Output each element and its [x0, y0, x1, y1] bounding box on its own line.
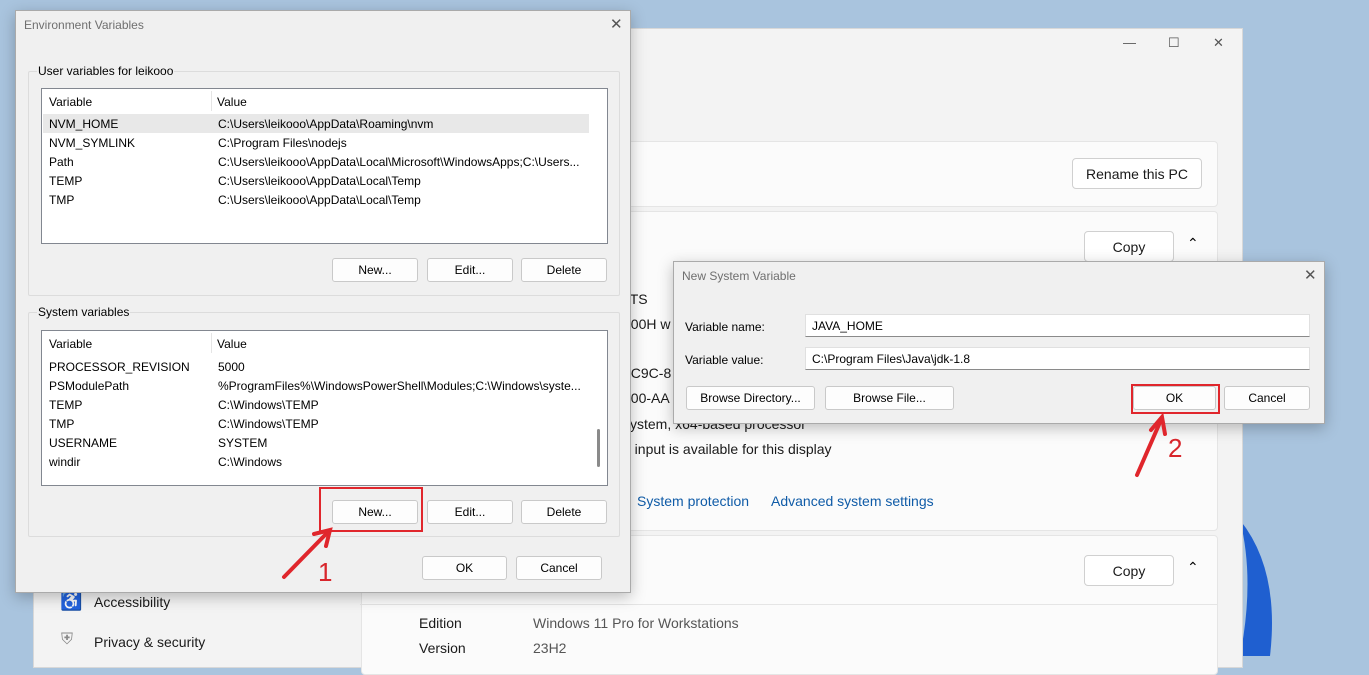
shield-icon: ⛨ — [61, 631, 74, 648]
copy-button[interactable]: Copy — [1084, 231, 1174, 262]
list-header: Variable Value — [42, 331, 607, 355]
variable-name: NVM_HOME — [49, 117, 119, 131]
version-label: Version — [419, 640, 466, 656]
browse-file-button[interactable]: Browse File... — [825, 386, 954, 410]
table-row[interactable]: TMP C:\Users\leikooo\AppData\Local\Temp — [43, 190, 589, 209]
copy-button-windows[interactable]: Copy — [1084, 555, 1174, 586]
variable-value: C:\Windows\TEMP — [218, 398, 319, 412]
variable-name: Path — [49, 155, 74, 169]
variable-value-label: Variable value: — [685, 353, 764, 367]
sidebar-item-privacy-security[interactable]: Privacy & security — [94, 634, 205, 650]
table-row[interactable]: Path C:\Users\leikooo\AppData\Local\Micro… — [43, 152, 589, 171]
variable-value: %ProgramFiles%\WindowsPowerShell\Modules… — [218, 379, 581, 393]
variable-name: PSModulePath — [49, 379, 130, 393]
cancel-button[interactable]: Cancel — [1224, 386, 1310, 410]
variable-value: C:\Users\leikooo\AppData\Local\Temp — [218, 193, 421, 207]
edition-value: Windows 11 Pro for Workstations — [533, 615, 739, 631]
variable-name: USERNAME — [49, 436, 118, 450]
variable-name-input[interactable]: JAVA_HOME — [805, 314, 1310, 337]
system-edit-button[interactable]: Edit... — [427, 500, 513, 524]
close-button[interactable]: ✕ — [1304, 266, 1317, 284]
cancel-button[interactable]: Cancel — [516, 556, 602, 580]
divider — [360, 604, 1218, 605]
highlight-box-ok — [1131, 384, 1220, 414]
variable-name: TMP — [49, 417, 75, 431]
ok-button[interactable]: OK — [422, 556, 507, 580]
variable-value: C:\Users\leikooo\AppData\Roaming\nvm — [218, 117, 434, 131]
chevron-up-icon[interactable]: ⌃ — [1187, 235, 1199, 252]
variable-name: TMP — [49, 193, 75, 207]
list-header: Variable Value — [42, 89, 607, 113]
user-edit-button[interactable]: Edit... — [427, 258, 513, 282]
variable-value: C:\Windows — [218, 455, 283, 469]
user-new-button[interactable]: New... — [332, 258, 418, 282]
table-row[interactable]: NVM_SYMLINK C:\Program Files\nodejs — [43, 133, 589, 152]
advanced-system-settings-link[interactable]: Advanced system settings — [771, 493, 934, 509]
variable-value: C:\Users\leikooo\AppData\Local\Temp — [218, 174, 421, 188]
user-delete-button[interactable]: Delete — [521, 258, 607, 282]
column-header-value[interactable]: Value — [217, 95, 247, 109]
variable-value: C:\Windows\TEMP — [218, 417, 319, 431]
step-1-label: 1 — [318, 557, 333, 587]
column-header-variable[interactable]: Variable — [49, 95, 92, 109]
variable-name: NVM_SYMLINK — [49, 136, 136, 150]
variable-name: PROCESSOR_REVISION — [49, 360, 190, 374]
table-row[interactable]: USERNAME SYSTEM — [43, 433, 589, 452]
spec-text: n input is available for this display — [623, 441, 832, 457]
variable-value: C:\Program Files\nodejs — [218, 136, 347, 150]
dialog-title: New System Variable — [682, 269, 796, 283]
group-label: User variables for leikooo — [37, 64, 175, 78]
table-row[interactable]: TMP C:\Windows\TEMP — [43, 414, 589, 433]
new-system-variable-dialog: New System Variable ✕ Variable name: JAV… — [673, 261, 1325, 424]
column-header-variable[interactable]: Variable — [49, 337, 92, 351]
scrollbar[interactable] — [590, 89, 607, 243]
system-delete-button[interactable]: Delete — [521, 500, 607, 524]
table-row[interactable]: PSModulePath %ProgramFiles%\WindowsPowerS… — [43, 376, 589, 395]
table-row[interactable]: TEMP C:\Users\leikooo\AppData\Local\Temp — [43, 171, 589, 190]
sidebar-item-accessibility[interactable]: Accessibility — [94, 594, 170, 610]
table-row[interactable]: NVM_HOME C:\Users\leikooo\AppData\Roaming… — [43, 114, 589, 133]
variable-value: C:\Users\leikooo\AppData\Local\Microsoft… — [218, 155, 580, 169]
variable-name: TEMP — [49, 174, 83, 188]
step-2-label: 2 — [1168, 433, 1183, 463]
variable-value: 5000 — [218, 360, 245, 374]
browse-directory-button[interactable]: Browse Directory... — [686, 386, 815, 410]
scrollbar-thumb[interactable] — [597, 429, 600, 467]
close-button[interactable]: ✕ — [1213, 35, 1224, 51]
variable-name-label: Variable name: — [685, 320, 765, 334]
variable-name: windir — [49, 455, 81, 469]
minimize-button[interactable]: — — [1123, 35, 1136, 50]
close-button[interactable]: ✕ — [610, 15, 623, 33]
highlight-box-new — [319, 487, 423, 532]
column-header-value[interactable]: Value — [217, 337, 247, 351]
dialog-title: Environment Variables — [24, 18, 144, 32]
table-row[interactable]: PROCESSOR_REVISION 5000 — [43, 357, 589, 376]
user-variables-list[interactable]: Variable Value NVM_HOME C:\Users\leikooo\A… — [41, 88, 608, 244]
group-label: System variables — [37, 305, 131, 319]
table-row[interactable]: windir C:\Windows — [43, 452, 589, 471]
variable-name: TEMP — [49, 398, 83, 412]
system-variables-list[interactable]: Variable Value PROCESSOR_REVISION 5000 PSMo… — [41, 330, 608, 486]
version-value: 23H2 — [533, 640, 567, 656]
accessibility-icon: ♿ — [60, 591, 83, 611]
table-row[interactable]: TEMP C:\Windows\TEMP — [43, 395, 589, 414]
rename-pc-button[interactable]: Rename this PC — [1072, 158, 1202, 189]
maximize-button[interactable]: ☐ — [1168, 35, 1180, 51]
variable-value-input[interactable]: C:\Program Files\Java\jdk-1.8 — [805, 347, 1310, 370]
variable-value: SYSTEM — [218, 436, 268, 450]
edition-label: Edition — [419, 615, 462, 631]
chevron-up-icon[interactable]: ⌃ — [1187, 559, 1199, 576]
system-protection-link[interactable]: System protection — [637, 493, 749, 509]
